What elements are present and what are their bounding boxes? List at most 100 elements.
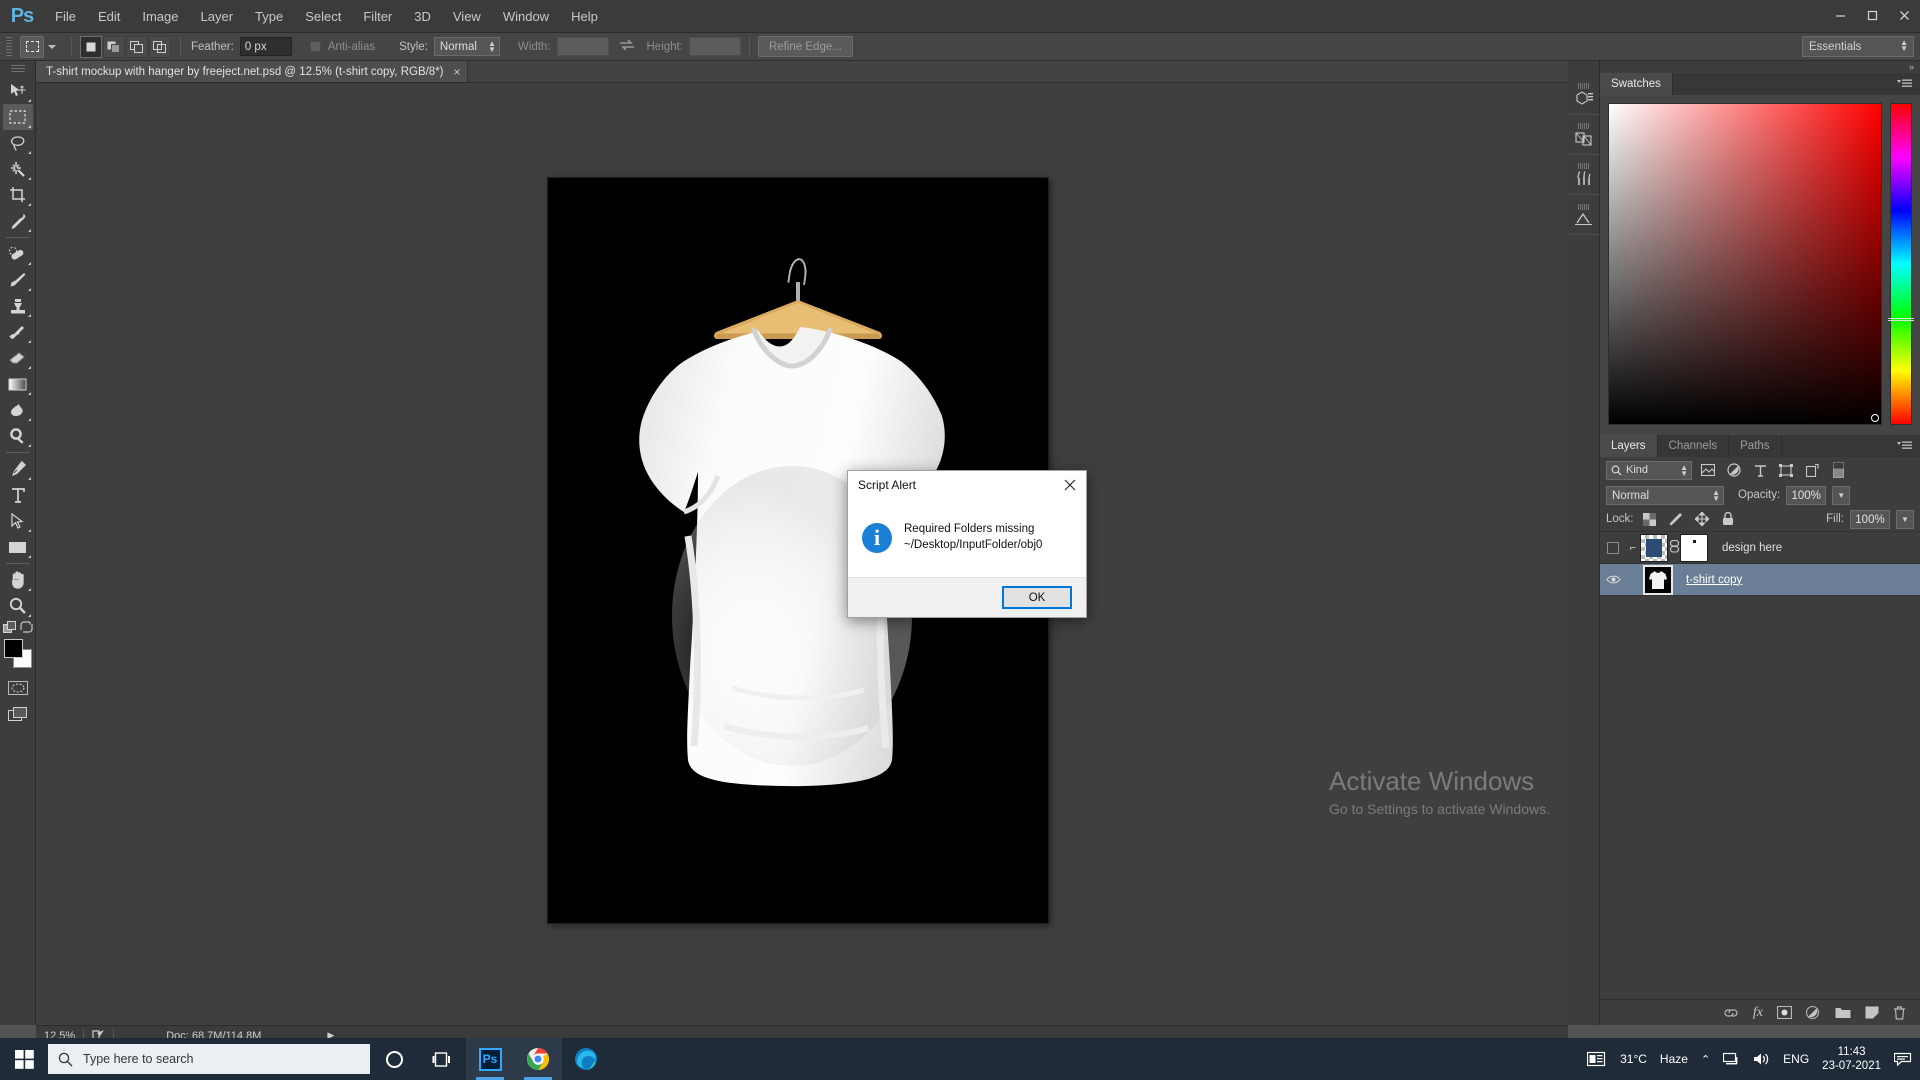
- language-indicator[interactable]: ENG: [1783, 1052, 1809, 1066]
- add-to-selection-button[interactable]: [103, 36, 125, 58]
- feather-input[interactable]: 0 px: [240, 37, 292, 56]
- cortana-icon[interactable]: [370, 1038, 418, 1080]
- windows-start-icon[interactable]: [0, 1038, 48, 1080]
- dodge-tool[interactable]: [3, 423, 33, 449]
- horizontal-type-tool[interactable]: [3, 482, 33, 508]
- layer-name-edit-field[interactable]: t-shirt copy: [1686, 574, 1742, 586]
- spot-healing-brush-tool[interactable]: [3, 241, 33, 267]
- workspace-switcher[interactable]: Essentials ▲▼: [1802, 36, 1914, 57]
- new-group-icon[interactable]: [1835, 1006, 1851, 1019]
- blur-tool[interactable]: [3, 397, 33, 423]
- close-icon[interactable]: [1888, 2, 1920, 28]
- menu-layer[interactable]: Layer: [190, 0, 245, 33]
- path-selection-tool[interactable]: [3, 508, 33, 534]
- photoshop-taskbar-icon[interactable]: Ps: [466, 1038, 514, 1080]
- lock-image-pixels-icon[interactable]: [1666, 509, 1686, 529]
- saturation-brightness-square[interactable]: [1608, 103, 1882, 425]
- adjustments-panel-icon[interactable]: [1568, 195, 1600, 235]
- magic-wand-tool[interactable]: [3, 156, 33, 182]
- filter-smartobject-icon[interactable]: [1802, 460, 1822, 480]
- workspace-select[interactable]: Essentials ▲▼: [1802, 36, 1914, 57]
- edge-taskbar-icon[interactable]: [562, 1038, 610, 1080]
- hue-slider-handle[interactable]: [1888, 318, 1914, 321]
- show-hidden-icons-chevron[interactable]: ⌃: [1701, 1053, 1710, 1066]
- lock-transparent-pixels-icon[interactable]: [1640, 509, 1660, 529]
- height-input[interactable]: [689, 37, 741, 56]
- quick-mask-mode[interactable]: [3, 675, 33, 701]
- rectangular-marquee-icon[interactable]: [20, 36, 44, 58]
- rectangle-tool[interactable]: [3, 534, 33, 560]
- menu-filter[interactable]: Filter: [352, 0, 403, 33]
- options-bar-grip[interactable]: [4, 37, 14, 57]
- filter-type-icon[interactable]: [1750, 460, 1770, 480]
- layer-mask-thumbnail[interactable]: [1680, 534, 1708, 562]
- clock[interactable]: 11:43 23-07-2021: [1822, 1045, 1881, 1074]
- filter-pixel-icon[interactable]: [1698, 460, 1718, 480]
- move-tool[interactable]: [3, 78, 33, 104]
- filter-toggle-icon[interactable]: [1828, 460, 1848, 480]
- menu-type[interactable]: Type: [244, 0, 294, 33]
- chrome-taskbar-icon[interactable]: [514, 1038, 562, 1080]
- eraser-tool[interactable]: [3, 345, 33, 371]
- layer-visibility-toggle[interactable]: [1600, 542, 1626, 554]
- default-colors-icon[interactable]: [3, 621, 17, 634]
- eyedropper-tool[interactable]: [3, 208, 33, 234]
- fill-slider-toggle[interactable]: ▼: [1896, 510, 1914, 529]
- fill-input[interactable]: 100%: [1850, 510, 1890, 529]
- close-icon[interactable]: ×: [454, 65, 461, 79]
- style-select[interactable]: Normal ▲▼: [434, 37, 500, 56]
- new-selection-button[interactable]: [80, 36, 102, 58]
- maximize-icon[interactable]: [1856, 2, 1888, 28]
- link-layers-icon[interactable]: [1723, 1007, 1739, 1019]
- opacity-input[interactable]: 100%: [1786, 486, 1826, 505]
- minimize-icon[interactable]: [1824, 2, 1856, 28]
- layer-visibility-toggle[interactable]: [1600, 574, 1626, 585]
- search-input[interactable]: Type here to search: [48, 1044, 370, 1074]
- menu-image[interactable]: Image: [131, 0, 189, 33]
- table-row[interactable]: ⌐ design here: [1600, 532, 1920, 564]
- new-layer-icon[interactable]: [1865, 1006, 1879, 1019]
- script-alert-dialog[interactable]: Script Alert i Required Folders missing …: [847, 470, 1087, 618]
- subtract-from-selection-button[interactable]: [126, 36, 148, 58]
- blend-mode-select[interactable]: Normal ▲▼: [1606, 486, 1724, 505]
- width-input[interactable]: [557, 37, 609, 56]
- filter-adjustment-icon[interactable]: [1724, 460, 1744, 480]
- brush-tool[interactable]: [3, 267, 33, 293]
- layer-thumbnail[interactable]: [1644, 566, 1672, 594]
- delete-layer-icon[interactable]: [1893, 1006, 1906, 1020]
- brushes-panel-icon[interactable]: [1568, 155, 1600, 195]
- layer-name[interactable]: design here: [1722, 542, 1782, 554]
- history-brush-tool[interactable]: [3, 319, 33, 345]
- tab-channels[interactable]: Channels: [1658, 435, 1730, 457]
- ok-button[interactable]: OK: [1002, 586, 1072, 609]
- network-icon[interactable]: [1723, 1052, 1740, 1066]
- picker-handle[interactable]: [1871, 414, 1879, 422]
- menu-window[interactable]: Window: [492, 0, 560, 33]
- panel-menu-icon[interactable]: [1897, 435, 1920, 457]
- swap-colors-icon[interactable]: [20, 621, 33, 633]
- canvas-area[interactable]: Activate Windows Go to Settings to activ…: [36, 83, 1568, 1025]
- swap-width-height-icon[interactable]: [617, 39, 637, 54]
- foreground-background-color[interactable]: [3, 639, 33, 669]
- hand-tool[interactable]: [3, 567, 33, 593]
- pen-tool[interactable]: [3, 456, 33, 482]
- rectangular-marquee-tool[interactable]: [3, 104, 33, 130]
- anti-alias-checkbox[interactable]: [310, 41, 321, 52]
- volume-icon[interactable]: [1753, 1052, 1770, 1066]
- 3d-panel-icon[interactable]: [1568, 75, 1600, 115]
- filter-shape-icon[interactable]: [1776, 460, 1796, 480]
- expand-dock-icon[interactable]: »: [1909, 62, 1914, 72]
- tab-layers[interactable]: Layers: [1600, 435, 1658, 457]
- tools-panel-grip[interactable]: [11, 65, 25, 74]
- menu-select[interactable]: Select: [294, 0, 352, 33]
- color-picker-panel[interactable]: [1600, 95, 1920, 435]
- lock-position-icon[interactable]: [1692, 509, 1712, 529]
- document-tab[interactable]: T-shirt mockup with hanger by freeject.n…: [36, 61, 468, 82]
- clone-stamp-tool[interactable]: [3, 293, 33, 319]
- crop-tool[interactable]: [3, 182, 33, 208]
- task-view-icon[interactable]: [418, 1038, 466, 1080]
- tab-swatches[interactable]: Swatches: [1600, 73, 1673, 95]
- add-layer-mask-icon[interactable]: [1777, 1006, 1792, 1019]
- opacity-slider-toggle[interactable]: ▼: [1832, 486, 1850, 505]
- gradient-tool[interactable]: [3, 371, 33, 397]
